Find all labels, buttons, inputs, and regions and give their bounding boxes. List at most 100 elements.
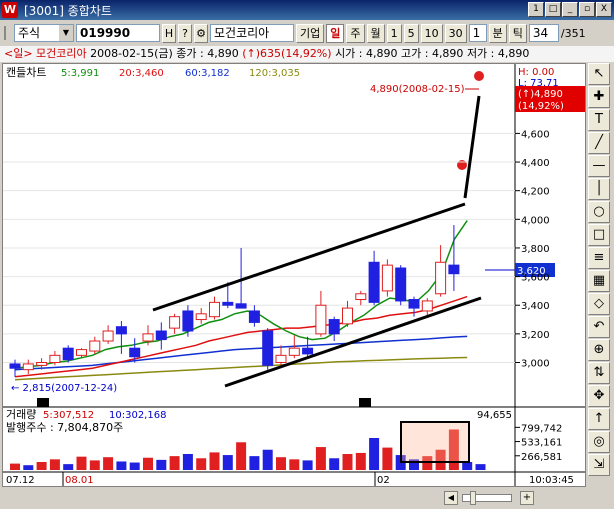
candle-body (235, 303, 247, 309)
grid-icon[interactable]: ▦ (588, 270, 610, 292)
volume-bar (36, 462, 47, 470)
tick-button[interactable]: 틱 (508, 23, 527, 43)
vol5-legend: 5:307,512 (43, 410, 94, 421)
chart-area[interactable]: 캔들차트 5:3,991 20:3,460 60:3,182 120:3,035… (2, 63, 586, 487)
count-input[interactable]: 1 (468, 24, 487, 42)
close-button[interactable]: X (596, 2, 612, 17)
zoom-in-button[interactable]: + (520, 491, 534, 505)
vol-tick-label: 266,581 (521, 452, 562, 463)
info-low: 저가 : 4,890 (466, 47, 530, 60)
volume-bar (10, 463, 20, 470)
period-name: <일> 모건코리아 (4, 47, 87, 60)
eraser-icon[interactable]: ◇ (588, 293, 610, 315)
scroll-left-icon[interactable]: ◀ (444, 491, 458, 505)
drawing-tool-palette: ↖ ✚ T ╱ — │ ○ □ ≡ ▦ ◇ ↶ ⊕ ⇅ ✥ ↑ ◎ ⇲ (587, 63, 612, 503)
rectangle-tool-icon[interactable]: □ (588, 224, 610, 246)
price-flag-line1: (↑)4,890 (518, 89, 563, 100)
volume-highlight-box[interactable] (400, 421, 470, 463)
candle-body (222, 301, 234, 306)
compare-icon[interactable]: ⇅ (588, 362, 610, 384)
info-change: (↑)635(14,92%) (242, 47, 332, 60)
minute-button[interactable]: 분 (488, 23, 507, 43)
zoom-in-icon[interactable]: ⊕ (588, 339, 610, 361)
x-label-02: 02 (377, 475, 390, 486)
candle-body (435, 261, 447, 295)
candle-body (182, 310, 194, 332)
vol-tick-label: 799,742 (521, 423, 562, 434)
volume-bar (302, 460, 313, 470)
candle-body (129, 347, 141, 358)
total-count: /351 (560, 26, 586, 40)
y-tick-label: 4,400 (521, 158, 550, 169)
restore-icon[interactable]: □ (545, 2, 561, 17)
line-tool-icon[interactable]: ╱ (588, 132, 610, 154)
candle-body (448, 264, 460, 275)
event-marker-icon[interactable] (474, 71, 484, 81)
count-30-button[interactable]: 30 (444, 23, 467, 43)
arrow-up-icon[interactable]: ↑ (588, 408, 610, 430)
volume-bar (462, 462, 473, 470)
horizontal-line-icon[interactable]: — (588, 155, 610, 177)
market-select[interactable]: 주식 ▼ (14, 24, 74, 42)
scroll-marker-right[interactable] (359, 398, 371, 407)
min-annotation: ← 2,815(2007-12-24) (11, 383, 117, 394)
period-week-button[interactable]: 주 (346, 23, 365, 43)
display-count-input[interactable]: 34 (528, 24, 559, 42)
count-5-button[interactable]: 5 (403, 23, 419, 43)
fibonacci-icon[interactable]: ≡ (588, 247, 610, 269)
chevron-down-icon[interactable]: ▼ (59, 25, 73, 41)
candle-body (76, 349, 87, 356)
crosshair-icon[interactable]: ✚ (588, 86, 610, 108)
text-tool-icon[interactable]: T (588, 109, 610, 131)
candle-body (315, 304, 327, 335)
export-icon[interactable]: ⇲ (588, 454, 610, 476)
candle-body (355, 293, 367, 300)
volume-bar (182, 454, 193, 470)
volume-bar (49, 459, 60, 470)
ma60-legend: 60:3,182 (185, 68, 230, 79)
volume-bar (369, 438, 380, 470)
volume-bar (23, 465, 34, 470)
corp-info-button[interactable]: 기업 (296, 23, 325, 43)
vertical-line-icon[interactable]: │ (588, 178, 610, 200)
pointer-icon[interactable]: ↖ (588, 63, 610, 85)
circle-tool-icon[interactable]: ○ (588, 201, 610, 223)
x-label-0801: 08.01 (65, 475, 94, 486)
bottom-scrollbar[interactable]: ◀ + (0, 488, 586, 508)
move-icon[interactable]: ✥ (588, 385, 610, 407)
candle-body (195, 313, 207, 321)
link-button[interactable]: 1 (528, 2, 544, 17)
chart-icon (4, 26, 12, 40)
candle-body (368, 261, 380, 303)
h-button[interactable]: H (162, 23, 176, 43)
price-info-line: <일> 모건코리아 2008-02-15(금) 종가 : 4,890 (↑)63… (0, 46, 614, 62)
vol-tick-label: 533,161 (521, 438, 562, 449)
candle-body (169, 316, 181, 329)
info-high: 고가 : 4,890 (401, 47, 464, 60)
minimize-button[interactable]: _ (562, 2, 578, 17)
period-month-button[interactable]: 월 (366, 23, 385, 43)
count-1-button[interactable]: 1 (386, 23, 402, 43)
stock-name-field: 모건코리아 (210, 24, 294, 42)
candle-body (36, 362, 48, 366)
volume-bar (63, 464, 74, 470)
window-title: [3001] 종합차트 (24, 3, 112, 18)
undo-icon[interactable]: ↶ (588, 316, 610, 338)
maximize-button[interactable]: ▫ (579, 2, 595, 17)
y-tick-label: 3,800 (521, 244, 550, 255)
settings-icon[interactable]: ◎ (588, 431, 610, 453)
candle-body (262, 330, 274, 366)
period-day-button[interactable]: 일 (326, 23, 345, 43)
zoom-slider-thumb[interactable] (470, 491, 476, 505)
volume-bar (315, 447, 326, 470)
stock-code-input[interactable]: 019990 (76, 24, 160, 42)
volume-bar (289, 459, 300, 470)
event-marker-icon[interactable] (457, 160, 467, 170)
volume-bar (276, 457, 286, 470)
ma5-legend: 5:3,991 (61, 68, 99, 79)
count-10-button[interactable]: 10 (420, 23, 443, 43)
scroll-marker-left[interactable] (37, 398, 49, 407)
help-button[interactable]: ? (178, 23, 192, 43)
candle-chart[interactable]: 캔들차트 5:3,991 20:3,460 60:3,182 120:3,035… (3, 64, 585, 486)
settings-icon[interactable]: ⚙ (194, 23, 208, 43)
